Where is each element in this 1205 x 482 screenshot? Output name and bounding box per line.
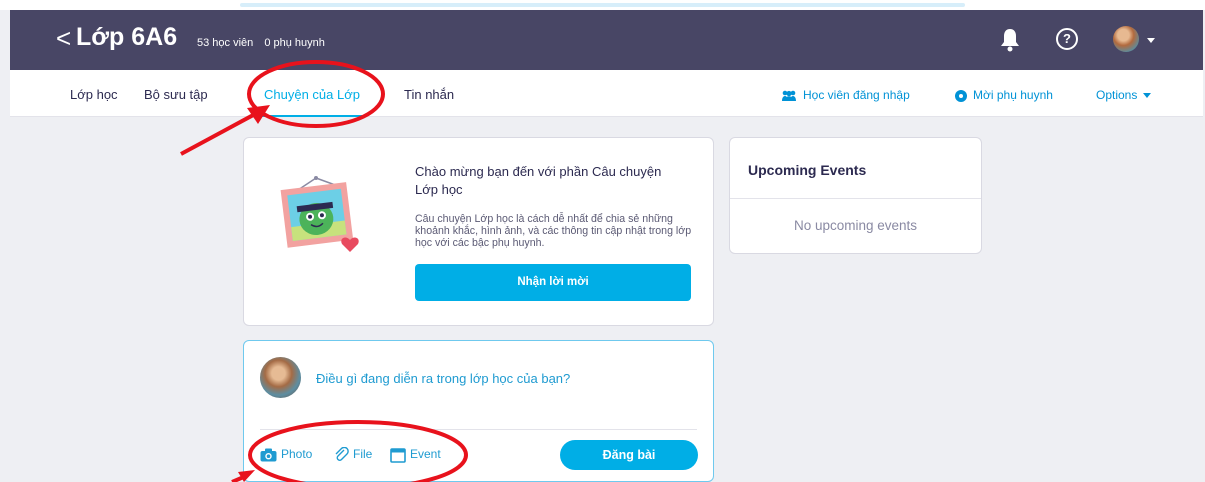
options-menu[interactable]: Options (1096, 87, 1152, 103)
attach-file-button[interactable]: File (334, 446, 372, 462)
upcoming-events-card: Upcoming Events No upcoming events (729, 137, 982, 254)
welcome-title: Chào mừng bạn đến với phần Câu chuyện Lớ… (415, 164, 662, 197)
student-login-label: Học viên đăng nhập (803, 88, 910, 102)
file-label: File (353, 447, 373, 461)
story-illustration-icon (280, 176, 359, 252)
top-strip (0, 0, 1205, 10)
tab-bar: Lớp học Bộ sưu tập Chuyện của Lớp Tin nh… (10, 70, 1203, 117)
photo-label: Photo (281, 447, 313, 461)
avatar (260, 357, 301, 398)
tab-class[interactable]: Lớp học (70, 87, 118, 103)
class-header: < Lớp 6A6 53 học viên 0 phụ huynh ? (10, 10, 1203, 70)
tab-messages[interactable]: Tin nhắn (404, 87, 454, 103)
events-title: Upcoming Events (748, 162, 867, 178)
post-button[interactable]: Đăng bài (560, 440, 698, 470)
divider (730, 198, 981, 199)
back-button[interactable]: < (56, 23, 71, 53)
attach-event-button[interactable]: Event (390, 446, 441, 463)
invite-parents-link[interactable]: Mời phụ huynh (955, 87, 1053, 103)
welcome-body: Câu chuyện Lớp học là cách dễ nhất để ch… (415, 213, 692, 249)
bell-icon[interactable] (998, 27, 1022, 53)
class-title: Lớp 6A6 (76, 23, 178, 51)
students-icon (782, 91, 796, 102)
post-input[interactable]: Điều gì đang diễn ra trong lớp học của b… (316, 371, 570, 386)
events-empty-text: No upcoming events (793, 218, 918, 233)
parent-count: 0 phụ huynh (264, 37, 325, 49)
chevron-down-icon (1143, 93, 1152, 99)
post-composer: Điều gì đang diễn ra trong lớp học của b… (243, 340, 714, 482)
calendar-icon (390, 448, 406, 463)
paperclip-icon (335, 447, 349, 462)
event-label: Event (410, 447, 441, 461)
help-icon[interactable]: ? (1056, 28, 1078, 50)
student-count: 53 học viên (197, 37, 254, 49)
get-invitation-button[interactable]: Nhận lời mời (415, 264, 691, 301)
tab-class-story[interactable]: Chuyện của Lớp (262, 87, 362, 117)
student-login-link[interactable]: Học viên đăng nhập (781, 87, 910, 103)
invite-parents-label: Mời phụ huynh (973, 88, 1053, 102)
divider (260, 429, 697, 430)
options-label: Options (1096, 88, 1138, 102)
class-counts: 53 học viên 0 phụ huynh (197, 36, 333, 50)
user-avatar[interactable] (1113, 26, 1139, 52)
welcome-card: Chào mừng bạn đến với phần Câu chuyện Lớ… (243, 137, 714, 326)
camera-icon (260, 448, 277, 462)
attach-photo-button[interactable]: Photo (260, 446, 312, 462)
chevron-down-icon[interactable] (1147, 38, 1155, 43)
address-bar-line (240, 3, 965, 7)
tab-collection[interactable]: Bộ sưu tập (144, 87, 208, 103)
plus-circle-icon (955, 89, 967, 102)
